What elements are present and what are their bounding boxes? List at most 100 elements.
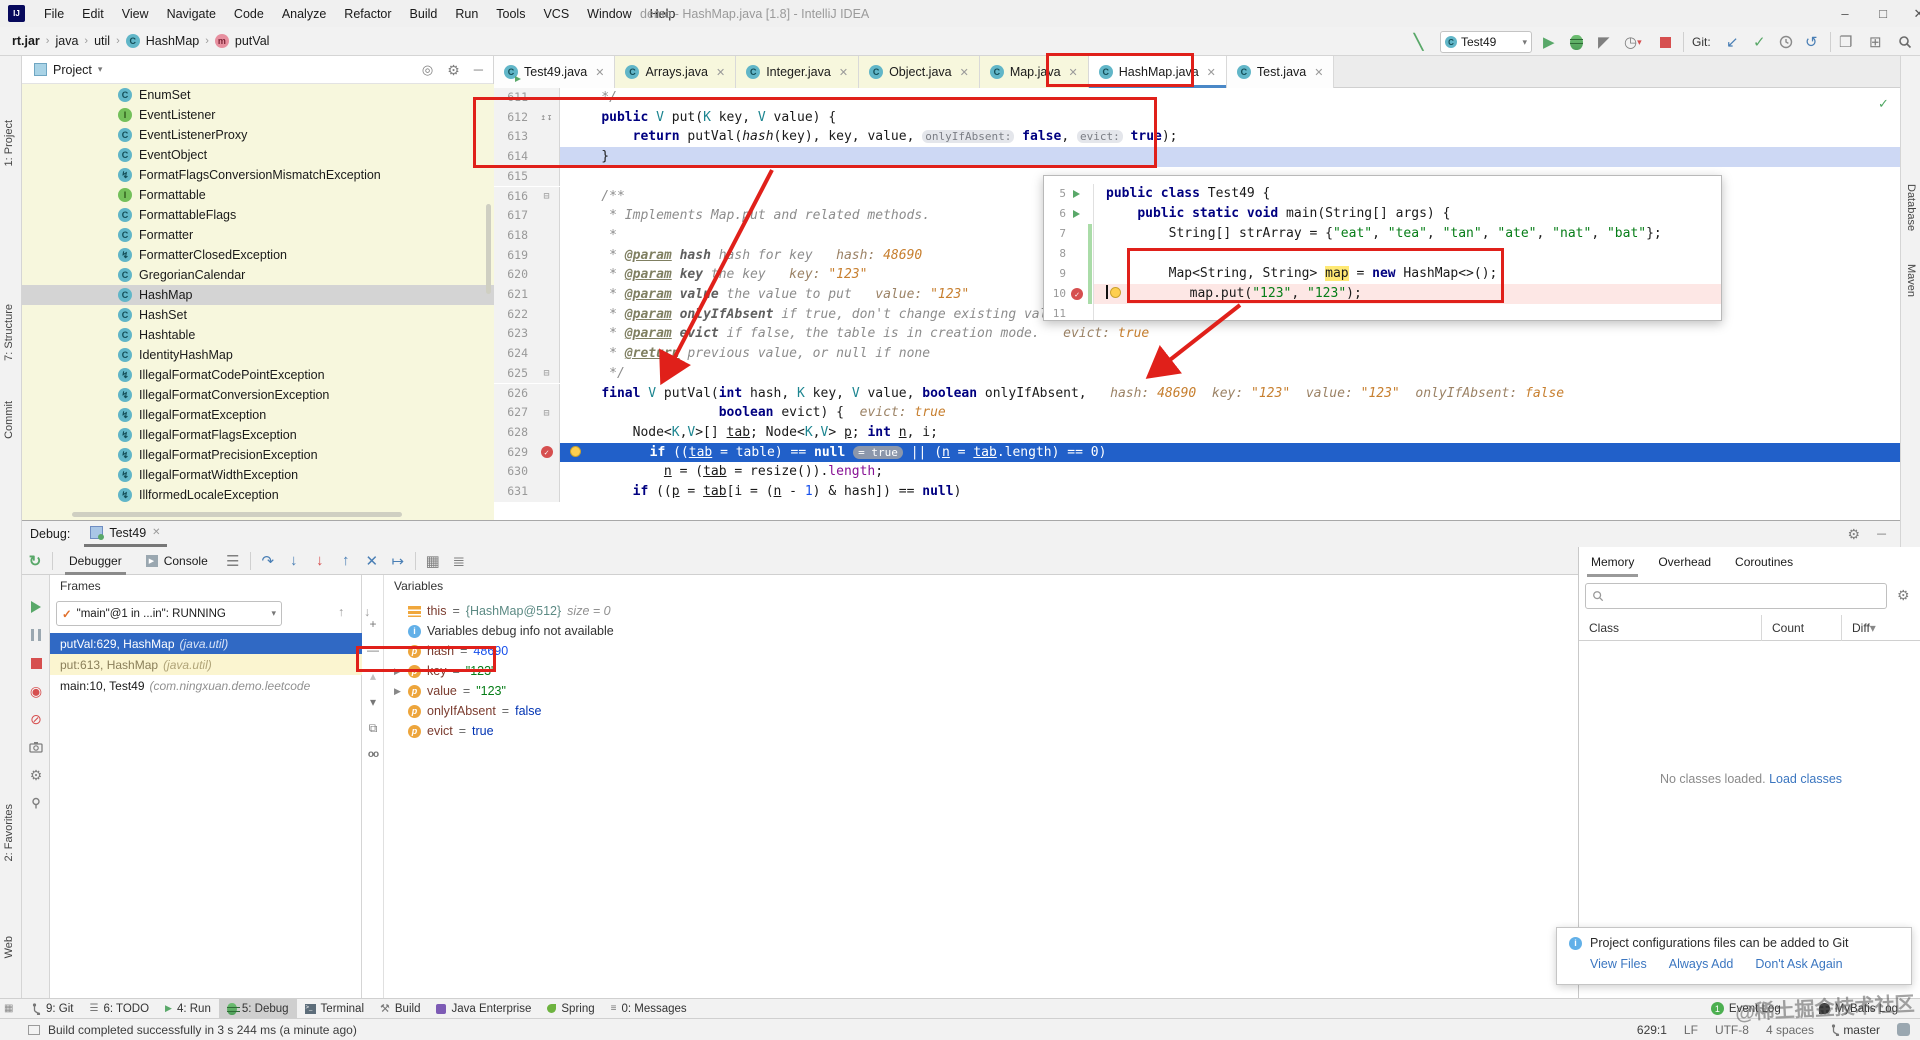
update-project-button[interactable]: ↙ [1726, 31, 1739, 53]
breadcrumb[interactable]: rt.jar › java › util › C HashMap › m putVal [0, 34, 269, 48]
view-breakpoints-button[interactable]: ◉ [28, 683, 44, 699]
variable-row-this[interactable]: this = {HashMap@512} size = 0 [384, 601, 1578, 621]
gutter[interactable] [534, 127, 560, 148]
run-button[interactable]: ▶ [1543, 31, 1555, 53]
tab-integer.java[interactable]: C Integer.java ✕ [736, 56, 860, 88]
expand-arrow-icon[interactable]: ▶ [394, 666, 402, 677]
tree-item-illegalformatcodepointexception[interactable]: ↯ IllegalFormatCodePointException [22, 365, 494, 385]
tree-item-illegalformatflagsexception[interactable]: ↯ IllegalFormatFlagsException [22, 425, 494, 445]
toolwindow-event-log[interactable]: 1 Event Log [1703, 999, 1789, 1019]
frame-row[interactable]: main:10, Test49 (com.ningxuan.demo.leetco… [50, 675, 362, 696]
toolwindow-9-git[interactable]: 9: Git [24, 999, 81, 1019]
gutter[interactable] [534, 422, 560, 443]
tab-arrays.java[interactable]: C Arrays.java ✕ [615, 56, 737, 88]
status-git-branch[interactable]: master [1831, 1023, 1880, 1037]
maximize-button[interactable]: □ [1866, 0, 1900, 27]
variable-row-hash[interactable]: p hash = 48690 [384, 641, 1578, 661]
stripe-item-web[interactable]: Web [3, 936, 15, 958]
pause-button[interactable] [28, 627, 44, 643]
menu-item-run[interactable]: Run [446, 0, 487, 27]
tree-item-illegalformatexception[interactable]: ↯ IllegalFormatException [22, 405, 494, 425]
diff-windows-button[interactable]: ❐ [1839, 31, 1852, 53]
step-out-button[interactable]: ↑ [333, 552, 359, 569]
close-icon[interactable]: ✕ [1314, 66, 1323, 79]
variable-row-onlyIfAbsent[interactable]: p onlyIfAbsent = false [384, 701, 1578, 721]
tab-coroutines[interactable]: Coroutines [1723, 547, 1805, 577]
debug-button[interactable] [1570, 31, 1583, 53]
hide-panel-icon[interactable]: ─ [474, 62, 483, 79]
toolwindow-spring[interactable]: Spring [539, 999, 602, 1019]
variable-row-key[interactable]: ▶ p key = "123" [384, 661, 1578, 681]
menu-item-edit[interactable]: Edit [73, 0, 113, 27]
gutter[interactable]: ↥ ↧ [534, 107, 560, 128]
rollback-button[interactable]: ↺ [1805, 31, 1818, 53]
frame-row[interactable]: putVal:629, HashMap (java.util) [50, 633, 362, 654]
tree-item-illegalformatconversionexception[interactable]: ↯ IllegalFormatConversionException [22, 385, 494, 405]
gutter[interactable]: ⊟ [534, 403, 560, 423]
force-step-into-button[interactable]: ↓ [307, 552, 333, 569]
stripe-item-structure[interactable]: 7: Structure [3, 304, 15, 361]
tab-debugger[interactable]: Debugger [57, 547, 134, 575]
resume-button[interactable] [28, 599, 44, 615]
profiler-button[interactable]: ◷ ▾ [1624, 31, 1642, 53]
gutter[interactable] [534, 462, 560, 482]
gutter[interactable] [534, 304, 560, 325]
intention-bulb-icon[interactable] [1110, 287, 1121, 298]
run-line-icon[interactable] [1070, 204, 1086, 224]
move-up-button[interactable]: ▴ [366, 669, 380, 683]
thread-selector[interactable]: ✓ "main"@1 in ...in": RUNNING ▾ [56, 601, 282, 626]
breakpoint-icon[interactable]: ✓ [540, 446, 553, 459]
step-into-button[interactable]: ↓ [281, 552, 307, 569]
variable-row-evict[interactable]: p evict = true [384, 721, 1578, 741]
gutter[interactable] [534, 383, 560, 404]
close-icon[interactable]: ✕ [716, 66, 725, 79]
status-line-ending[interactable]: LF [1684, 1023, 1698, 1037]
tree-item-formatter[interactable]: C Formatter [22, 225, 494, 245]
tab-map.java[interactable]: C Map.java ✕ [979, 56, 1089, 88]
run-line-icon[interactable] [1070, 184, 1086, 204]
frame-row[interactable]: put:613, HashMap (java.util) [50, 654, 362, 675]
remove-watch-button[interactable]: — [366, 643, 380, 657]
close-icon[interactable]: ✕ [839, 66, 848, 79]
tree-item-illegalformatprecisionexception[interactable]: ↯ IllegalFormatPrecisionException [22, 445, 494, 465]
gutter[interactable] [534, 88, 560, 108]
tab-hashmap.java[interactable]: C HashMap.java ✕ [1088, 56, 1227, 88]
move-down-button[interactable]: ▾ [366, 695, 380, 709]
gear-icon[interactable]: ⚙ [447, 62, 460, 79]
gutter[interactable] [534, 147, 560, 167]
breadcrumb-item[interactable]: rt.jar [12, 34, 40, 48]
status-caret-position[interactable]: 629:1 [1637, 1023, 1667, 1037]
tree-hscrollbar[interactable] [72, 512, 402, 517]
toolwindow-java-enterprise[interactable]: Java Enterprise [428, 999, 539, 1019]
column-header-count[interactable]: Count [1761, 614, 1841, 641]
menu-item-build[interactable]: Build [401, 0, 447, 27]
menu-item-window[interactable]: Window [578, 0, 640, 27]
gutter[interactable] [534, 482, 560, 502]
tree-vscrollbar[interactable] [486, 204, 491, 294]
menu-item-code[interactable]: Code [225, 0, 273, 27]
tab-overhead[interactable]: Overhead [1646, 547, 1723, 577]
load-classes-link[interactable]: Load classes [1769, 772, 1842, 786]
tree-item-illegalformatwidthexception[interactable]: ↯ IllegalFormatWidthException [22, 465, 494, 485]
history-button[interactable] [1779, 31, 1793, 53]
menu-item-navigate[interactable]: Navigate [158, 0, 225, 27]
toolwindow-5-debug[interactable]: 5: Debug [218, 998, 297, 1019]
status-event-icon[interactable] [28, 1024, 40, 1035]
toolwindow-build[interactable]: ⚒ Build [372, 999, 428, 1019]
mute-breakpoints-button[interactable]: ⊘ [28, 711, 44, 727]
toolwindow-4-run[interactable]: ▶ 4: Run [157, 999, 219, 1019]
notification-action-don-t-ask-again[interactable]: Don't Ask Again [1755, 957, 1842, 971]
close-icon[interactable]: ✕ [1069, 66, 1078, 79]
breakpoint-icon[interactable]: ✓ [1071, 288, 1083, 300]
breadcrumb-item[interactable]: java [55, 34, 78, 48]
breadcrumb-item[interactable]: util [94, 34, 110, 48]
gutter[interactable] [534, 206, 560, 226]
gutter[interactable] [534, 166, 560, 187]
stripe-item-commit[interactable]: Commit [3, 401, 15, 439]
tab-test.java[interactable]: C Test.java ✕ [1226, 56, 1335, 88]
run-to-cursor-button[interactable]: ↦ [385, 552, 411, 570]
breadcrumb-item[interactable]: HashMap [146, 34, 200, 48]
intention-bulb-icon[interactable] [570, 445, 581, 457]
tree-item-formattable[interactable]: I Formattable [22, 185, 494, 205]
toolwindow-terminal[interactable]: >_ Terminal [297, 999, 372, 1019]
